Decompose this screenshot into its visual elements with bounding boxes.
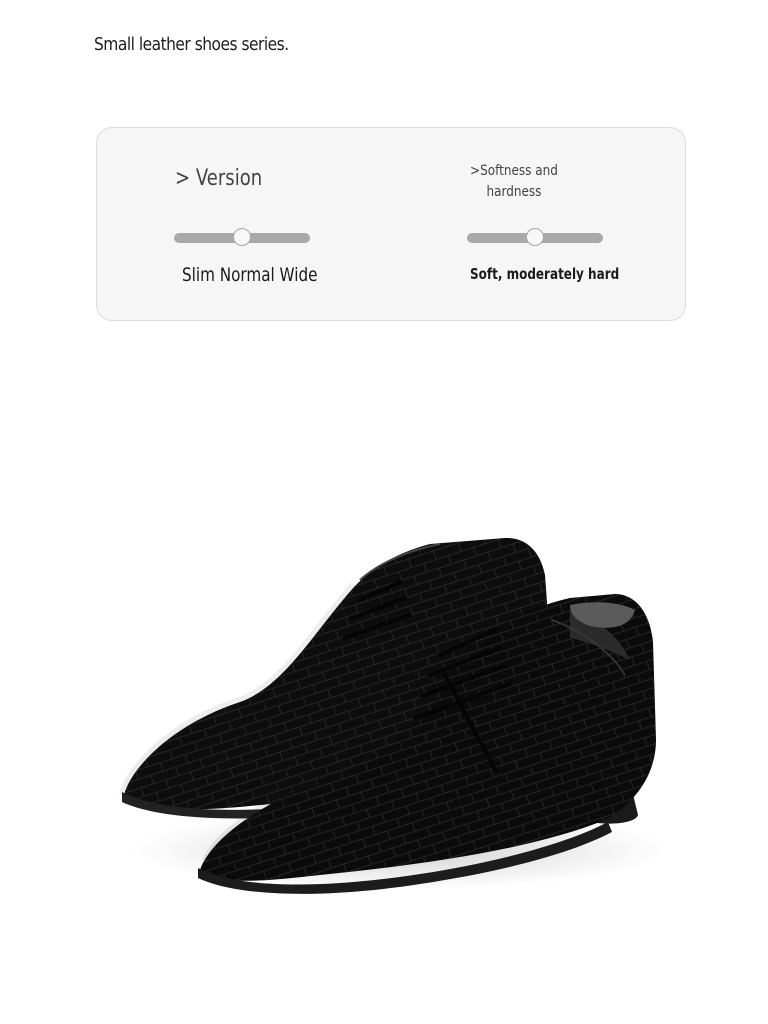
softness-heading: >Softness and hardness <box>470 161 558 203</box>
softness-slider-thumb[interactable] <box>526 228 544 246</box>
softness-value: Soft, moderately hard <box>470 265 620 283</box>
product-image <box>119 537 670 894</box>
spec-card: > Version Slim Normal Wide >Softness and… <box>96 127 686 321</box>
softness-slider[interactable] <box>467 228 603 246</box>
version-heading: > Version <box>175 166 263 191</box>
version-slider[interactable] <box>174 228 310 246</box>
page-title: Small leather shoes series. <box>94 34 289 55</box>
softness-heading-line-2: hardness <box>486 184 542 200</box>
version-value: Slim Normal Wide <box>182 264 318 286</box>
version-slider-thumb[interactable] <box>233 228 251 246</box>
softness-heading-line-1: >Softness and <box>470 163 558 179</box>
